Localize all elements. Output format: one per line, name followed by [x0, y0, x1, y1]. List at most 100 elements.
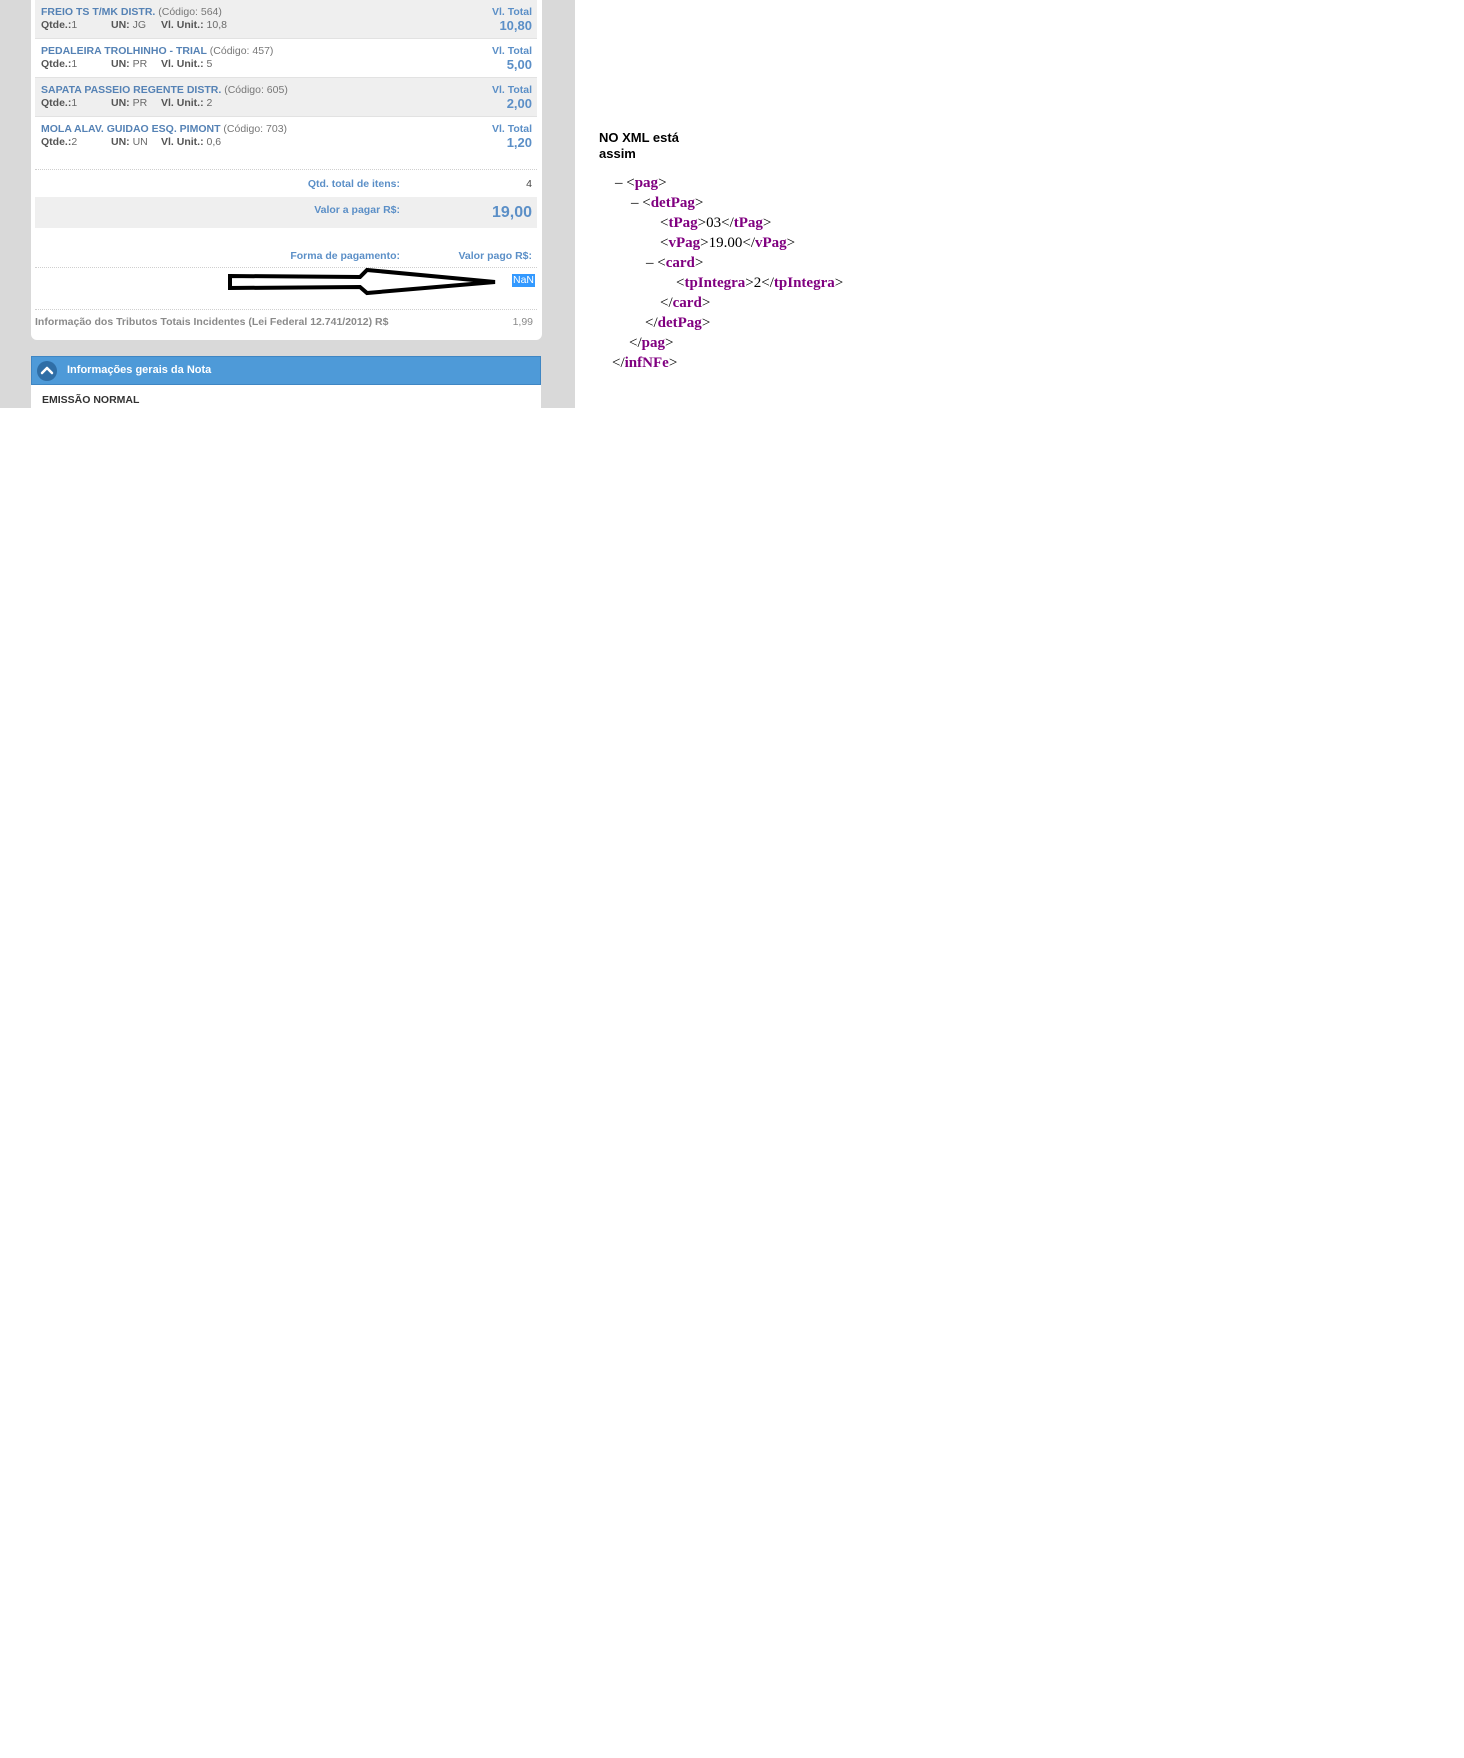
vl-total-label: Vl. Total [491, 45, 532, 57]
total-items-label: Qtd. total de itens: [307, 178, 400, 190]
item-name: PEDALEIRA TROLHINHO - TRIAL [41, 45, 207, 57]
emission-type: EMISSÃO NORMAL [42, 394, 140, 406]
vl-unit-value: 2 [206, 97, 213, 109]
xml-value: 2 [753, 275, 762, 291]
item-name: MOLA ALAV. GUIDAO ESQ. PIMONT [41, 123, 221, 135]
xml-tag: pag [641, 335, 665, 351]
vl-total-value: 1,20 [506, 135, 532, 150]
qtde-value: 1 [71, 58, 78, 70]
xml-line-card-close: </card> [660, 295, 711, 311]
un-value: JG [132, 19, 147, 31]
item-name: FREIO TS T/MK DISTR. [41, 6, 156, 18]
xml-line-tpag: <tPag>03</tPag> [660, 215, 772, 231]
payment-header-row: Forma de pagamento: Valor pago R$: [35, 244, 537, 268]
list-item: SAPATA PASSEIO REGENTE DISTR. (Código: 6… [35, 78, 537, 117]
xml-tag: vPag [755, 235, 787, 251]
vl-unit-value: 10,8 [206, 19, 227, 31]
xml-line-pag-open: – <pag> [615, 175, 667, 191]
item-code: (Código: 564) [158, 6, 222, 18]
collapse-icon[interactable] [37, 361, 57, 381]
xml-tag: pag [634, 175, 659, 191]
annotation-title: NO XML está assim [599, 130, 679, 161]
payment-method-label: Forma de pagamento: [290, 250, 400, 262]
item-description: SAPATA PASSEIO REGENTE DISTR. (Código: 6… [41, 84, 288, 96]
un-value: PR [132, 97, 148, 109]
qtde-label: Qtde.: [41, 97, 72, 109]
xml-line-pag-close: </pag> [629, 335, 674, 351]
qtde-label: Qtde.: [41, 19, 72, 31]
vl-unit-value: 5 [206, 58, 213, 70]
vl-unit-label: Vl. Unit.: [161, 136, 204, 148]
xml-tag: card [665, 255, 695, 271]
item-code: (Código: 703) [223, 123, 288, 135]
vl-total-label: Vl. Total [491, 123, 532, 135]
item-details: Qtde.:1 UN: PR Vl. Unit.: 2 [41, 97, 212, 109]
xml-line-tpintegra: <tpIntegra>2</tpIntegra> [676, 275, 844, 291]
vl-total-label: Vl. Total [491, 84, 532, 96]
list-item: FREIO TS T/MK DISTR. (Código: 564) Qtde.… [35, 0, 537, 39]
amount-due-value: 19,00 [491, 204, 532, 221]
screenshot-canvas: FREIO TS T/MK DISTR. (Código: 564) Qtde.… [0, 0, 1464, 1758]
xml-tag: tPag [733, 215, 763, 231]
xml-tag: card [672, 295, 702, 311]
xml-line-vpag: <vPag>19.00</vPag> [660, 235, 796, 251]
qtde-label: Qtde.: [41, 136, 72, 148]
item-details: Qtde.:1 UN: JG Vl. Unit.: 10,8 [41, 19, 227, 31]
un-label: UN: [111, 58, 130, 70]
collapse-minus: – [615, 175, 623, 191]
xml-tag: tPag [668, 215, 698, 231]
xml-tag: vPag [668, 235, 701, 251]
amount-paid-value[interactable]: NaN [512, 274, 536, 287]
vl-total-value: 10,80 [499, 18, 532, 33]
amount-paid-label: Valor pago R$: [458, 250, 532, 262]
vl-unit-label: Vl. Unit.: [161, 97, 204, 109]
total-items-value: 4 [526, 178, 532, 190]
list-item: PEDALEIRA TROLHINHO - TRIAL (Código: 457… [35, 39, 537, 78]
xml-value: 03 [706, 215, 722, 231]
vl-unit-value: 0,6 [206, 136, 222, 148]
item-description: PEDALEIRA TROLHINHO - TRIAL (Código: 457… [41, 45, 273, 57]
list-item: MOLA ALAV. GUIDAO ESQ. PIMONT (Código: 7… [35, 117, 537, 156]
xml-tag: infNFe [624, 355, 669, 371]
xml-value: 19.00 [708, 235, 743, 251]
xml-line-infnfe-close: </infNFe> [612, 355, 678, 371]
collapse-minus: – [646, 255, 654, 271]
xml-line-detpag-open: – <detPag> [631, 195, 704, 211]
item-description: MOLA ALAV. GUIDAO ESQ. PIMONT (Código: 7… [41, 123, 287, 135]
divider [35, 309, 537, 310]
un-label: UN: [111, 97, 130, 109]
amount-due-label: Valor a pagar R$: [314, 204, 400, 216]
tax-info-value: 1,99 [512, 316, 533, 328]
xml-line-card-open: – <card> [646, 255, 704, 271]
item-code: (Código: 457) [209, 45, 274, 57]
collapse-minus: – [631, 195, 639, 211]
general-info-header[interactable]: Informações gerais da Nota [31, 356, 541, 385]
xml-tag: detPag [650, 195, 695, 211]
vl-total-value: 5,00 [506, 57, 532, 72]
general-info-body: EMISSÃO NORMAL [31, 385, 541, 408]
item-details: Qtde.:1 UN: PR Vl. Unit.: 5 [41, 58, 212, 70]
qtde-value: 1 [71, 97, 78, 109]
arrow-annotation [228, 267, 496, 296]
xml-tag: detPag [657, 315, 702, 331]
un-value: UN [132, 136, 148, 148]
xml-tag: tpIntegra [773, 275, 835, 291]
total-items-row: Qtd. total de itens: 4 [35, 170, 537, 196]
vl-unit-label: Vl. Unit.: [161, 58, 204, 70]
tax-info-label: Informação dos Tributos Totais Incidente… [35, 316, 389, 328]
xml-tag: tpIntegra [684, 275, 746, 291]
qtde-value: 2 [71, 136, 78, 148]
qtde-value: 1 [71, 19, 78, 31]
un-label: UN: [111, 136, 130, 148]
vl-total-label: Vl. Total [491, 6, 532, 18]
item-code: (Código: 605) [224, 84, 288, 96]
item-details: Qtde.:2 UN: UN Vl. Unit.: 0,6 [41, 136, 221, 148]
qtde-label: Qtde.: [41, 58, 72, 70]
item-name: SAPATA PASSEIO REGENTE DISTR. [41, 84, 222, 96]
un-label: UN: [111, 19, 130, 31]
amount-due-row: Valor a pagar R$: 19,00 [35, 197, 537, 228]
vl-unit-label: Vl. Unit.: [161, 19, 204, 31]
section-title: Informações gerais da Nota [67, 364, 212, 376]
un-value: PR [132, 58, 148, 70]
item-description: FREIO TS T/MK DISTR. (Código: 564) [41, 6, 222, 18]
